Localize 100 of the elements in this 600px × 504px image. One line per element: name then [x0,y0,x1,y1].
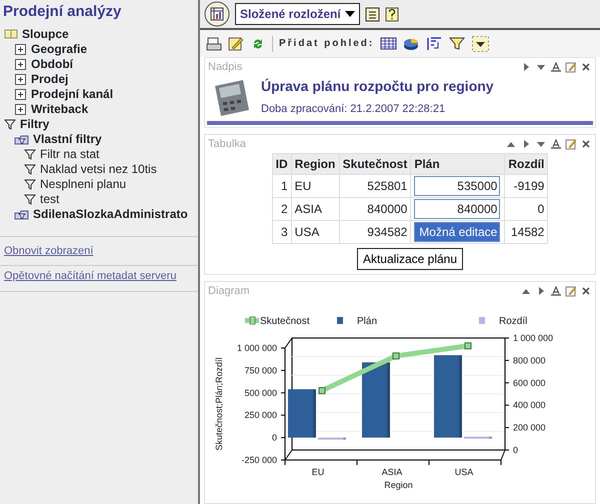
filter-icon [24,178,36,190]
caret-icon [344,10,355,18]
edit-icon[interactable] [565,138,577,150]
data-point [318,387,326,394]
format-icon[interactable] [550,138,562,150]
legend-swatch [337,317,343,324]
add-view-label: Přidat pohled: [279,37,374,51]
bar [318,438,346,440]
table-cell: 0 [504,198,548,220]
panel-title: Tabulka [208,136,246,152]
tree-item[interactable]: Období [31,55,73,73]
table-cell: 1 [272,174,292,198]
expand-icon[interactable] [14,58,27,70]
axis-tick-label: 800 000 [513,355,546,366]
update-plan-button[interactable]: Aktualizace plánu [356,248,464,270]
chart-icon[interactable] [403,36,420,51]
format-icon[interactable] [550,61,562,73]
table-cell: 840000 [339,198,411,220]
expand-icon[interactable] [14,72,27,86]
axis-tick-label: USA [454,467,474,477]
axis-tick-label: 1 000 000 [513,333,554,343]
table-cell: USA [291,220,340,244]
column-header: Rozdíl [504,154,548,174]
close-icon[interactable] [580,285,592,297]
sidebar-link[interactable]: Obnovit zobrazení [4,242,94,259]
expand-icon[interactable] [14,102,27,116]
tree-item[interactable]: Filtry [20,115,50,133]
tree-item[interactable]: Geografie [31,40,88,58]
list-icon[interactable] [364,6,380,22]
tree-item[interactable]: Naklad vetsi nez 10tis [40,160,157,178]
axis-tick-label: EU [312,467,324,477]
sidebar-link[interactable]: Opětovné načítání metadat serveru [4,268,176,284]
tree-item[interactable]: Prodej [31,70,68,88]
bar [464,436,492,439]
expand-icon[interactable] [14,88,27,100]
help-icon[interactable] [384,6,399,22]
report-icon[interactable] [204,1,230,27]
axis-tick-label: 0 [272,432,277,443]
table-cell: -9199 [504,174,548,198]
filter-folder-icon [14,132,29,146]
axis-tick-label: 250 000 [244,410,277,420]
axis-tick-label: 600 000 [513,378,546,388]
edit-icon[interactable] [565,285,577,297]
axis-tick-label: 0 [513,445,518,455]
table-cell: 3 [272,220,292,244]
filter-icon [4,118,16,130]
format-icon[interactable] [550,285,562,297]
filter-icon[interactable] [449,36,466,51]
report-heading: Úprava plánu rozpočtu pro regiony [261,77,494,96]
legend-label: Skutečnost [260,316,310,327]
legend-label: Rozdíl [499,316,528,327]
data-point [392,352,400,360]
axis-tick-label: 750 000 [244,365,277,376]
y-axis-title: Skutečnost;Plán;Rozdíl [214,357,224,451]
filter-icon [24,163,36,175]
tree-item[interactable]: Nesplneni planu [40,175,126,193]
edit-icon[interactable] [565,61,577,73]
column-header: Plán [410,154,505,174]
table-cell: EU [291,174,340,198]
column-header: Region [291,154,340,174]
print-preview-icon[interactable] [206,36,222,52]
tree-item[interactable]: Vlastní filtry [33,130,102,148]
close-icon[interactable] [580,61,592,73]
plan-field[interactable]: Možná editace [414,222,500,242]
table-cell: ASIA [291,198,340,220]
data-point [464,342,472,350]
panel-title: Diagram [208,284,250,299]
bar [288,389,316,438]
table-icon[interactable] [380,36,398,51]
pivot-icon[interactable] [426,36,444,51]
tree-item[interactable]: Sloupce [22,25,69,43]
x-axis-title: Region [384,480,413,490]
tree-item[interactable]: Writeback [31,100,88,118]
edit-icon[interactable] [228,36,244,52]
expand-icon[interactable] [14,42,27,56]
table-cell: 2 [272,198,292,220]
panel-title: Nadpis [208,60,242,75]
more-icon[interactable] [472,36,490,52]
axis-tick-label: 1 000 000 [236,343,277,353]
table-cell: 14582 [504,220,548,244]
tree-item[interactable]: SdilenaSlozkaAdministrato [33,205,188,223]
axis-tick-label: 400 000 [513,400,546,410]
plan-field[interactable]: 535000 [414,176,500,196]
legend-swatch [479,317,485,324]
column-header: Skutečnost [339,154,411,174]
plan-field[interactable]: 840000 [414,199,500,219]
legend-label: Plán [357,316,378,327]
layout-dropdown[interactable]: Složené rozložení [235,3,360,25]
table-cell: 525801 [339,174,411,198]
axis-tick-label: -250 000 [241,455,277,465]
filter-icon [24,148,36,160]
table-cell: 934582 [339,220,411,244]
tree-item[interactable]: Filtr na stat [40,145,100,163]
processing-time: Doba zpracování: 21.2.2007 22:28:21 [261,102,446,118]
filter-icon [24,193,36,205]
sidebar-title: Prodejní analýzy [2,2,122,22]
close-icon[interactable] [580,138,592,150]
column-header: ID [272,154,292,174]
tree-item[interactable]: Prodejní kanál [31,85,114,103]
tree-item[interactable]: test [40,190,60,208]
